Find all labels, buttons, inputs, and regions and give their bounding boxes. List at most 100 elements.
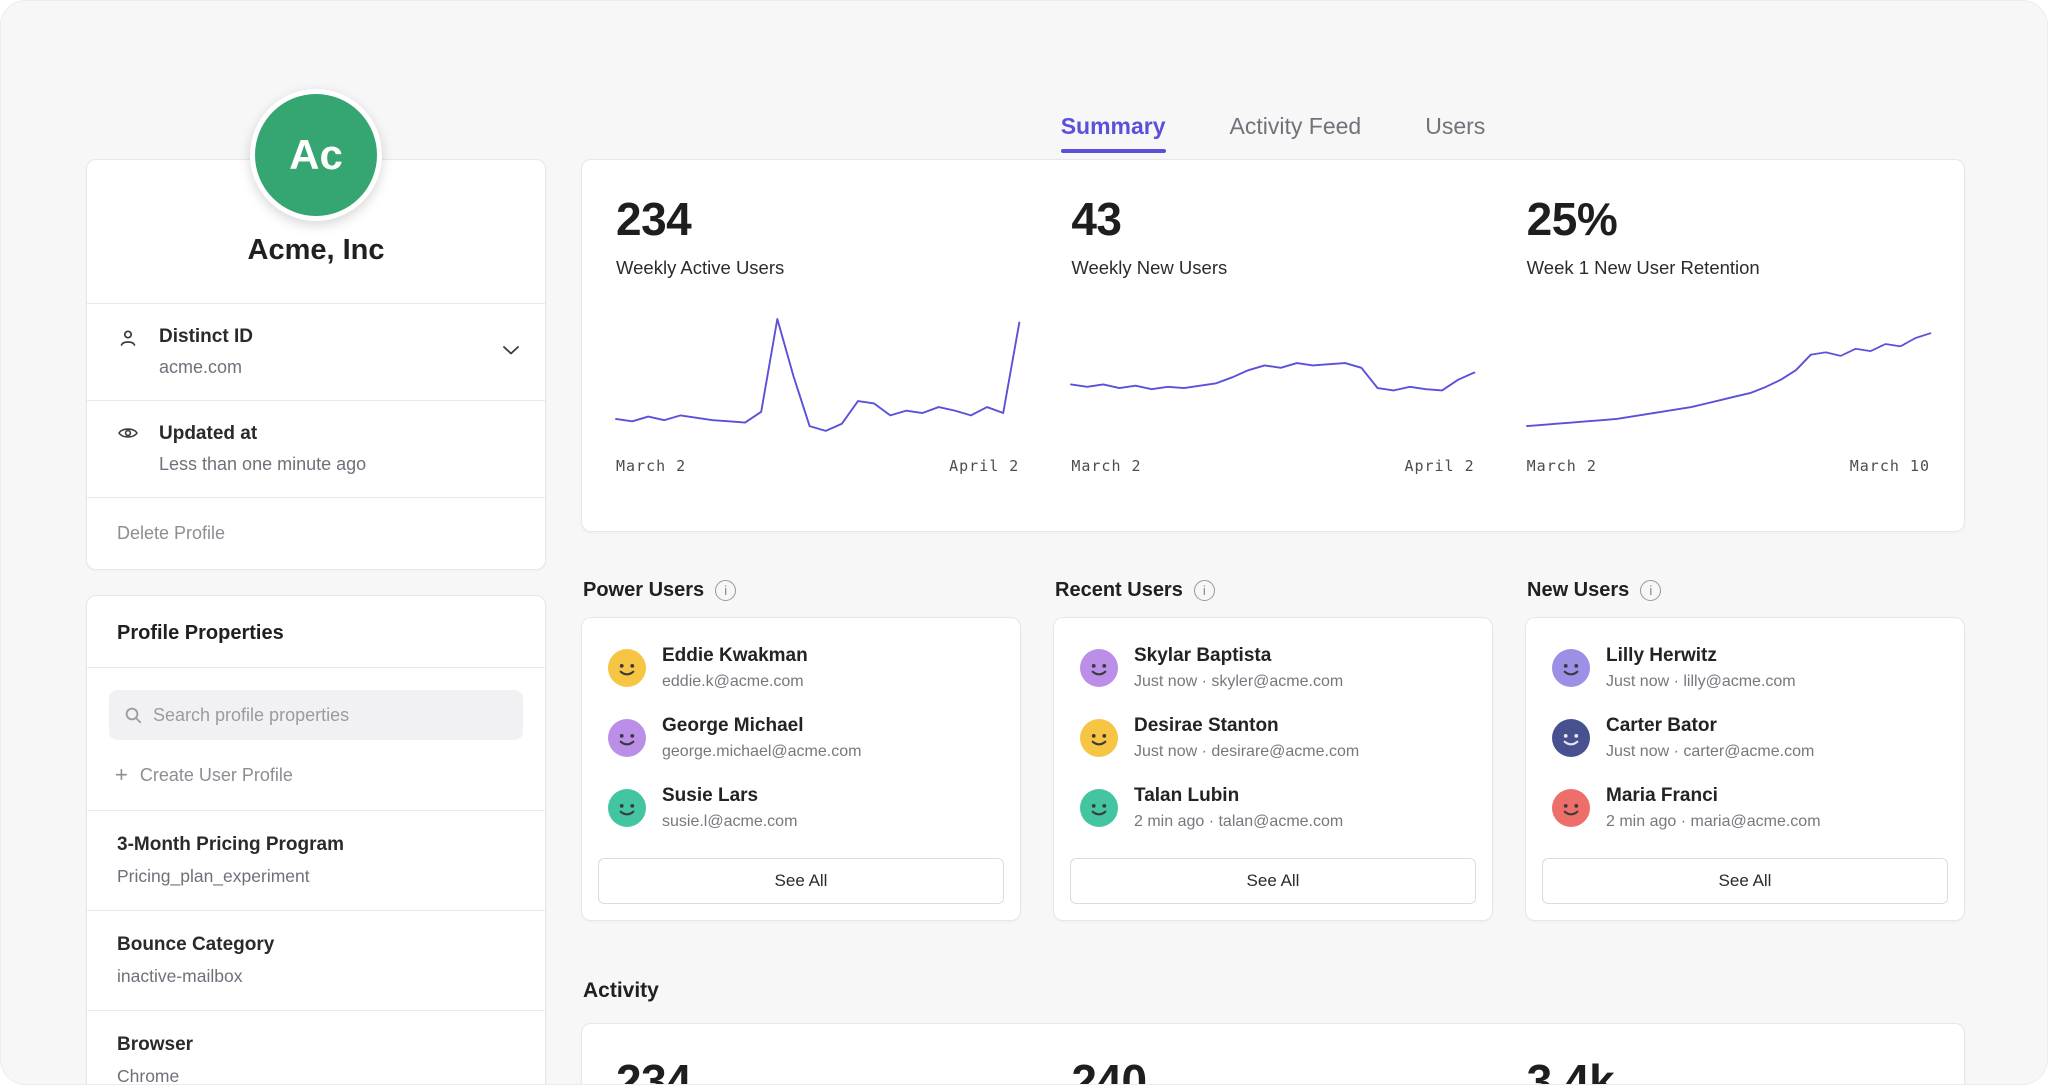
user-row[interactable]: Desirae Stanton Just now · desirare@acme… — [1054, 703, 1492, 773]
power-users-header: Power Users i — [581, 579, 1021, 602]
user-detail: Just now · carter@acme.com — [1606, 743, 1814, 761]
user-row[interactable]: Skylar Baptista Just now · skyler@acme.c… — [1054, 633, 1492, 703]
stat-weekly-active-users: 234 Weekly Active Users March 2 April 2 — [590, 192, 1045, 531]
distinct-id-row[interactable]: Distinct ID acme.com — [87, 303, 545, 400]
activity-stat: 234 — [590, 1054, 1045, 1085]
recent-users-section: Recent Users i Skylar Baptista Just now … — [1053, 579, 1493, 921]
delete-profile-button[interactable]: Delete Profile — [87, 497, 545, 569]
recent-users-card: Skylar Baptista Just now · skyler@acme.c… — [1053, 617, 1493, 921]
user-row[interactable]: Susie Lars susie.l@acme.com — [582, 773, 1020, 843]
user-row[interactable]: Lilly Herwitz Just now · lilly@acme.com — [1526, 633, 1964, 703]
property-value: Chrome — [117, 1066, 515, 1085]
user-row[interactable]: George Michael george.michael@acme.com — [582, 703, 1020, 773]
user-avatar — [608, 649, 646, 687]
user-name: Desirae Stanton — [1134, 715, 1359, 737]
chart-axis: March 2 April 2 — [616, 457, 1019, 475]
stat-value: 25% — [1527, 192, 1930, 246]
see-all-button[interactable]: See All — [598, 858, 1004, 904]
chevron-down-icon[interactable] — [503, 342, 519, 360]
list-title: Recent Users — [1055, 579, 1183, 602]
user-lists: Power Users i Eddie Kwakman eddie.k@acme… — [581, 579, 1965, 921]
person-icon — [117, 327, 143, 354]
user-row[interactable]: Eddie Kwakman eddie.k@acme.com — [582, 633, 1020, 703]
info-icon[interactable]: i — [1194, 580, 1215, 601]
stat-label: Weekly New Users — [1071, 257, 1474, 279]
user-avatar — [1552, 789, 1590, 827]
user-detail: george.michael@acme.com — [662, 743, 861, 761]
tab-activity-feed[interactable]: Activity Feed — [1230, 113, 1362, 153]
search-input[interactable] — [153, 705, 508, 726]
user-detail: Just now · lilly@acme.com — [1606, 673, 1796, 691]
property-label: Browser — [117, 1034, 515, 1056]
field-value: acme.com — [159, 357, 253, 378]
new-users-card: Lilly Herwitz Just now · lilly@acme.com … — [1525, 617, 1965, 921]
axis-end-label: March 10 — [1850, 457, 1930, 475]
stat-label: Weekly Active Users — [616, 257, 1019, 279]
user-name: Talan Lubin — [1134, 785, 1343, 807]
profile-properties-card: Profile Properties + Create User Profile… — [86, 595, 546, 1085]
create-user-profile-button[interactable]: + Create User Profile — [87, 746, 545, 811]
stat-week1-retention: 25% Week 1 New User Retention March 2 Ma… — [1501, 192, 1956, 531]
avatar-face-icon — [608, 789, 646, 827]
user-row[interactable]: Maria Franci 2 min ago · maria@acme.com — [1526, 773, 1964, 843]
see-all-button[interactable]: See All — [1542, 858, 1948, 904]
axis-start-label: March 2 — [1071, 457, 1141, 475]
summary-stats-card: 234 Weekly Active Users March 2 April 2 … — [581, 159, 1965, 532]
field-value: Less than one minute ago — [159, 454, 366, 475]
user-detail: susie.l@acme.com — [662, 813, 797, 831]
new-users-section: New Users i Lilly Herwitz Just now · lil… — [1525, 579, 1965, 921]
stat-value: 3.4k — [1527, 1054, 1930, 1085]
property-item-pricing-program[interactable]: 3-Month Pricing Program Pricing_plan_exp… — [87, 811, 545, 911]
axis-start-label: March 2 — [1527, 457, 1597, 475]
sparkline-chart — [1527, 305, 1930, 445]
user-name: Susie Lars — [662, 785, 797, 807]
avatar-face-icon — [608, 719, 646, 757]
sparkline-chart — [1071, 305, 1474, 445]
info-icon[interactable]: i — [715, 580, 736, 601]
updated-at-row: Updated at Less than one minute ago — [87, 400, 545, 497]
see-all-button[interactable]: See All — [1070, 858, 1476, 904]
activity-stat: 3.4k — [1501, 1054, 1956, 1085]
create-user-profile-label: Create User Profile — [140, 765, 293, 786]
user-name: Skylar Baptista — [1134, 645, 1343, 667]
user-name: Carter Bator — [1606, 715, 1814, 737]
user-detail: Just now · skyler@acme.com — [1134, 673, 1343, 691]
user-avatar — [608, 719, 646, 757]
profile-properties-search[interactable] — [109, 690, 523, 740]
avatar-face-icon — [1552, 789, 1590, 827]
property-value: Pricing_plan_experiment — [117, 866, 515, 887]
tab-users[interactable]: Users — [1425, 113, 1485, 153]
search-icon — [124, 706, 142, 724]
user-row[interactable]: Talan Lubin 2 min ago · talan@acme.com — [1054, 773, 1492, 843]
activity-card: 234 240 3.4k — [581, 1023, 1965, 1085]
list-title: New Users — [1527, 579, 1629, 602]
user-row[interactable]: Carter Bator Just now · carter@acme.com — [1526, 703, 1964, 773]
avatar-face-icon — [1080, 719, 1118, 757]
axis-end-label: April 2 — [949, 457, 1019, 475]
company-avatar: Ac — [250, 89, 382, 221]
recent-users-header: Recent Users i — [1053, 579, 1493, 602]
property-item-bounce-category[interactable]: Bounce Category inactive-mailbox — [87, 911, 545, 1011]
avatar-face-icon — [1080, 789, 1118, 827]
stat-label: Week 1 New User Retention — [1527, 257, 1930, 279]
field-label: Updated at — [159, 423, 366, 445]
list-title: Power Users — [583, 579, 704, 602]
user-detail: 2 min ago · maria@acme.com — [1606, 813, 1821, 831]
property-value: inactive-mailbox — [117, 966, 515, 987]
user-avatar — [1080, 719, 1118, 757]
stat-weekly-new-users: 43 Weekly New Users March 2 April 2 — [1045, 192, 1500, 531]
profile-properties-title: Profile Properties — [87, 596, 545, 668]
power-users-card: Eddie Kwakman eddie.k@acme.com George Mi… — [581, 617, 1021, 921]
activity-stat: 240 — [1045, 1054, 1500, 1085]
avatar-face-icon — [608, 649, 646, 687]
user-detail: eddie.k@acme.com — [662, 673, 808, 691]
chart-axis: March 2 April 2 — [1071, 457, 1474, 475]
property-item-browser[interactable]: Browser Chrome — [87, 1011, 545, 1085]
axis-end-label: April 2 — [1404, 457, 1474, 475]
property-label: 3-Month Pricing Program — [117, 834, 515, 856]
user-detail: Just now · desirare@acme.com — [1134, 743, 1359, 761]
info-icon[interactable]: i — [1640, 580, 1661, 601]
user-avatar — [1080, 789, 1118, 827]
tab-summary[interactable]: Summary — [1061, 113, 1166, 153]
stat-value: 234 — [616, 192, 1019, 246]
